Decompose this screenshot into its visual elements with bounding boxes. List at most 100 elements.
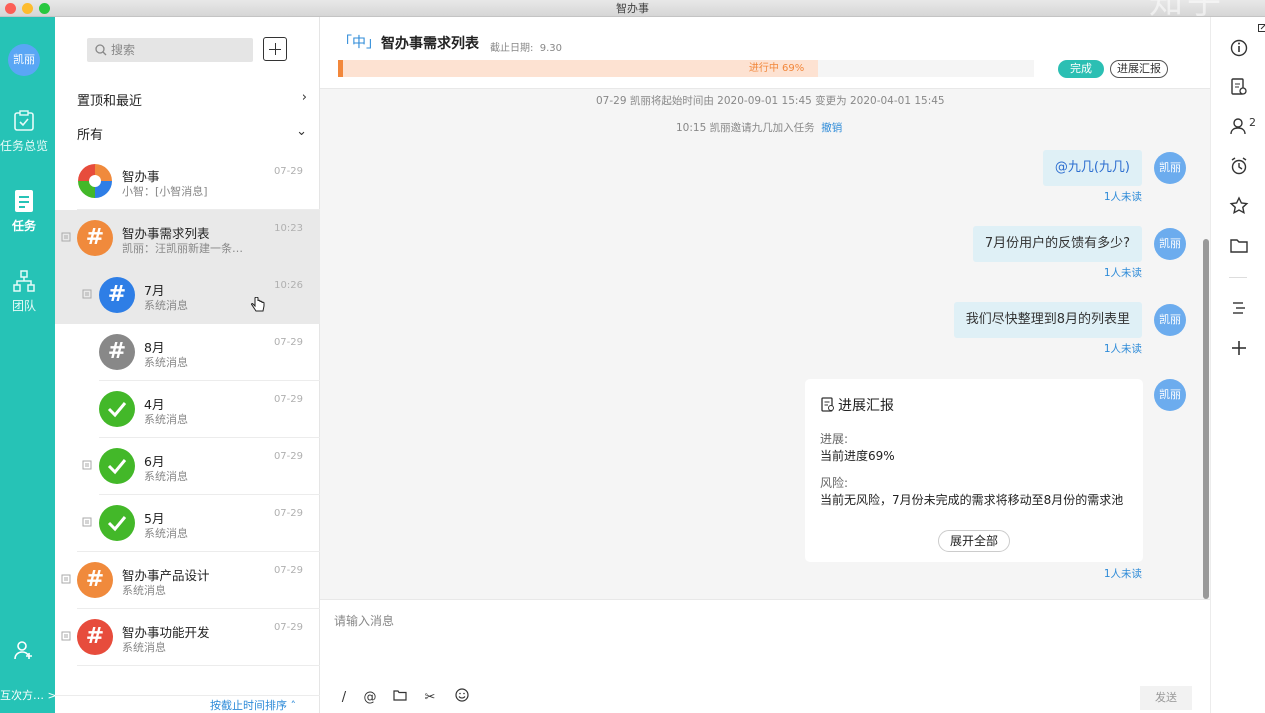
message-input-placeholder: 请输入消息 [334, 614, 395, 628]
message-bubble[interactable]: 7月份用户的反馈有多少? [972, 226, 1142, 262]
plus-icon[interactable] [1229, 338, 1249, 358]
undo-link[interactable]: 撤销 [821, 122, 842, 134]
check-icon [107, 402, 127, 418]
read-status[interactable]: 1人未读 [1104, 265, 1142, 280]
folder-icon[interactable] [390, 688, 410, 708]
outline-icon[interactable] [1229, 298, 1249, 318]
maximize-window-button[interactable] [39, 3, 50, 14]
sort-toggle[interactable]: 按截止时间排序 ˄ [55, 695, 320, 713]
check-avatar [99, 448, 135, 484]
section-all[interactable]: 所有 ⌄ [77, 124, 307, 143]
workspace-switcher[interactable]: 互次方… > [0, 687, 55, 703]
item-time: 10:23 [274, 223, 303, 234]
pin-icon [61, 574, 71, 584]
mention-icon[interactable]: @ [360, 688, 380, 708]
alarm-clock-icon[interactable] [1229, 156, 1249, 176]
priority-label: 「中」 [338, 35, 380, 51]
system-message: 10:15 凯丽邀请九几加入任务 撤销 [676, 120, 842, 135]
chevron-right-icon: › [301, 90, 307, 105]
item-time: 10:26 [274, 280, 303, 291]
members-button[interactable]: 2 [1229, 116, 1263, 136]
list-item[interactable]: # 智办事产品设计 系统消息 07-29 [55, 552, 320, 609]
message-bubble[interactable]: @九几(九几) [1042, 150, 1142, 186]
hand-cursor-icon [251, 297, 265, 312]
message-bubble[interactable]: 我们尽快整理到8月的列表里 [953, 302, 1142, 338]
list-item[interactable]: # 8月 系统消息 07-29 [55, 324, 320, 381]
chevron-down-icon: ⌄ [296, 124, 307, 139]
folder-icon[interactable] [1229, 236, 1249, 256]
progress-value: 当前进度69% [820, 449, 895, 463]
risk-key: 风险: [820, 476, 849, 490]
deadline-label: 截止日期: [490, 43, 534, 54]
nav-item-team[interactable]: 团队 [0, 269, 48, 314]
hash-avatar: # [99, 277, 135, 313]
report-list-icon[interactable] [1229, 77, 1249, 97]
card-title: 进展汇报 [821, 395, 894, 415]
list-item[interactable]: # 7月 系统消息 10:26 [55, 267, 320, 324]
list-item[interactable]: # 智办事需求列表 凯丽：汪凯丽新建一条… 10:23 [55, 210, 320, 267]
star-icon[interactable] [1229, 196, 1249, 216]
edit-icon[interactable] [1258, 23, 1265, 32]
avatar[interactable]: 凯丽 [1154, 152, 1186, 184]
right-toolbar: 2 [1210, 17, 1265, 713]
avatar[interactable]: 凯丽 [1154, 379, 1186, 411]
check-icon [107, 516, 127, 532]
hash-avatar: # [77, 562, 113, 598]
chat-header: 「中」 智办事需求列表 截止日期: 9.30 进行中 69% 完成 进展汇报 [320, 17, 1210, 89]
task-title[interactable]: 智办事需求列表 [381, 33, 479, 53]
deadline-value: 9.30 [539, 43, 562, 54]
add-button[interactable] [263, 37, 287, 61]
add-member-icon[interactable] [13, 639, 35, 661]
pin-icon [61, 631, 71, 641]
item-time: 07-29 [273, 508, 303, 519]
section-pinned-recent[interactable]: 置顶和最近 › [77, 90, 307, 109]
app-logo-avatar [77, 163, 113, 199]
complete-button[interactable]: 完成 [1058, 60, 1104, 78]
system-message-text: 10:15 凯丽邀请九几加入任务 [676, 122, 815, 134]
avatar[interactable]: 凯丽 [1154, 304, 1186, 336]
progress-report-button[interactable]: 进展汇报 [1110, 60, 1168, 78]
minimize-window-button[interactable] [22, 3, 33, 14]
pin-icon [82, 460, 92, 470]
read-status[interactable]: 1人未读 [1104, 189, 1142, 204]
list-item[interactable]: 4月 系统消息 07-29 [55, 381, 320, 438]
message-composer[interactable]: 请输入消息 / @ ✂ 发送 [320, 599, 1210, 713]
chevron-up-icon: ˄ [290, 699, 297, 712]
read-status[interactable]: 1人未读 [1104, 566, 1142, 581]
list-item[interactable]: 6月 系统消息 07-29 [55, 438, 320, 495]
search-input[interactable]: 搜索 [87, 38, 253, 62]
user-avatar[interactable]: 凯丽 [8, 44, 40, 76]
list-item[interactable]: 智办事 小智：[小智消息] 07-29 [55, 153, 320, 210]
card-title-text: 进展汇报 [838, 398, 894, 414]
item-preview: 系统消息 [144, 356, 188, 369]
emoji-icon[interactable] [452, 688, 472, 708]
scrollbar[interactable] [1203, 239, 1209, 599]
progress-report-card[interactable]: 进展汇报 进展: 当前进度69% 风险: 当前无风险，7月份未完成的需求将移动至… [805, 379, 1143, 562]
item-preview: 凯丽：汪凯丽新建一条… [122, 242, 243, 255]
item-preview: 系统消息 [144, 470, 188, 483]
main-nav: 凯丽 任务总览 任务 团队 互次方… > [0, 17, 55, 713]
list-item[interactable]: 5月 系统消息 07-29 [55, 495, 320, 552]
nav-label-tasks: 任务 [11, 219, 36, 233]
info-icon[interactable] [1229, 38, 1249, 58]
pin-icon [61, 232, 71, 242]
close-window-button[interactable] [5, 3, 16, 14]
item-preview: 系统消息 [144, 299, 188, 312]
scissors-icon[interactable]: ✂ [420, 688, 440, 708]
task-overview-icon [14, 110, 34, 131]
watermark: 知乎 [1149, 0, 1225, 22]
item-preview: 系统消息 [122, 584, 166, 597]
conversation-list: 搜索 置顶和最近 › 所有 ⌄ 智办事 小智：[小智消息] 07-29 # 智办… [55, 17, 320, 713]
send-button[interactable]: 发送 [1140, 686, 1192, 710]
nav-label-task-overview: 任务总览 [0, 139, 49, 153]
slash-command-icon[interactable]: / [334, 688, 354, 708]
section-pinned-label: 置顶和最近 [77, 94, 143, 109]
expand-all-button[interactable]: 展开全部 [938, 530, 1010, 552]
list-item[interactable]: # 智办事功能开发 系统消息 07-29 [55, 609, 320, 666]
zhibanshi-logo-icon [78, 164, 112, 198]
nav-item-task-overview[interactable]: 任务总览 [0, 109, 48, 154]
check-avatar [99, 505, 135, 541]
avatar[interactable]: 凯丽 [1154, 228, 1186, 260]
nav-item-tasks[interactable]: 任务 [0, 189, 48, 234]
read-status[interactable]: 1人未读 [1104, 341, 1142, 356]
